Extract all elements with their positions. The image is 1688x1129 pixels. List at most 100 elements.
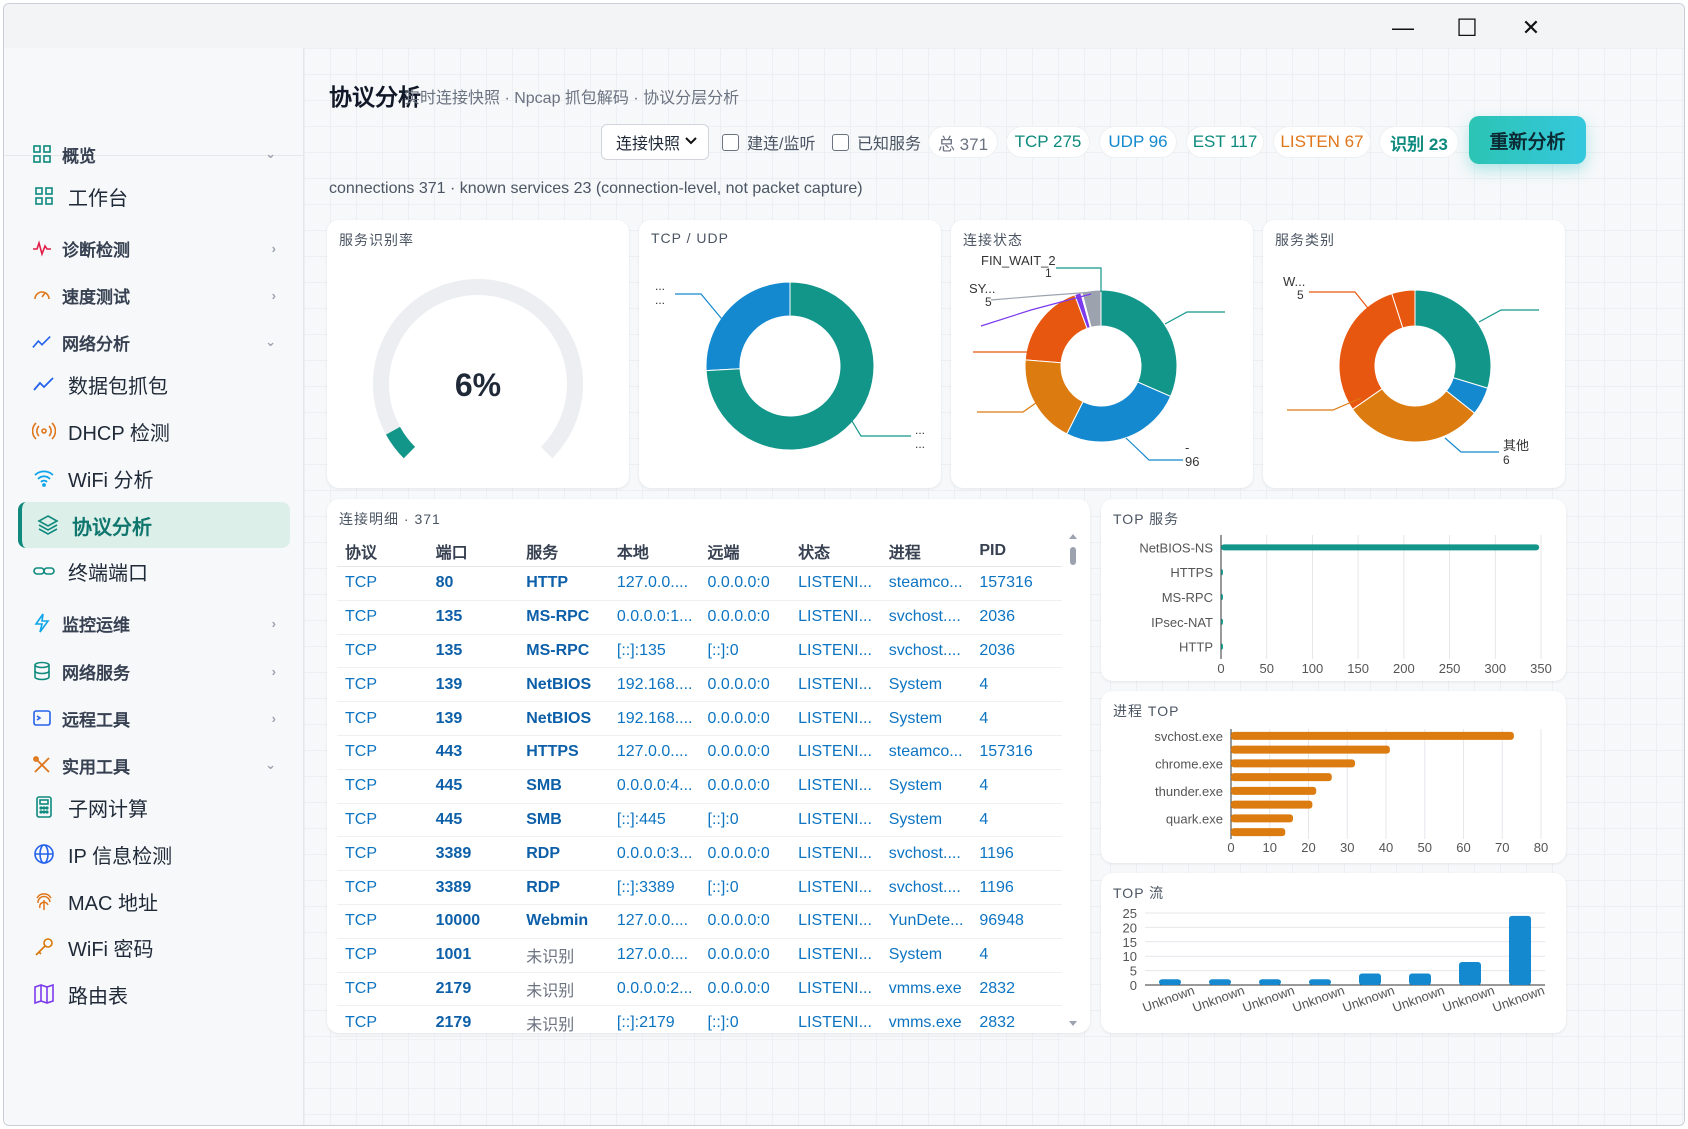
table-cell: LISTENI... <box>798 1013 872 1031</box>
table-row[interactable]: TCP 445 SMB 0.0.0.0:4... 0.0.0.0:0 LISTENI...… <box>337 770 1062 804</box>
sidebar-item-ip-info[interactable]: IP 信息检测 <box>18 831 290 877</box>
bar[interactable] <box>1221 544 1540 551</box>
table-row[interactable]: TCP 80 HTTP 127.0.0.... 0.0.0.0:0 LISTENI... s… <box>337 567 1062 601</box>
column-header[interactable]: PID <box>971 542 1062 560</box>
bar[interactable] <box>1231 828 1286 837</box>
minimize-button[interactable]: — <box>1376 10 1430 46</box>
sidebar-item-label: MAC 地址 <box>68 892 158 915</box>
bar[interactable] <box>1231 786 1317 795</box>
bar[interactable] <box>1231 745 1390 754</box>
sidebar-group-monitoring[interactable]: 监控运维 › <box>18 600 290 646</box>
slice-label-value: 5 <box>1297 288 1304 302</box>
bar[interactable] <box>1231 800 1313 809</box>
bar[interactable] <box>1359 973 1381 985</box>
sidebar-item-wifi-analysis[interactable]: WiFi 分析 <box>18 455 290 501</box>
connection-state-card: 连接状态 FIN_WAIT_2 1 SY... 5 - 96 <box>951 220 1253 488</box>
bar[interactable] <box>1159 979 1181 985</box>
bar[interactable] <box>1221 594 1223 600</box>
table-row[interactable]: TCP 10000 Webmin 127.0.0.... 0.0.0.0:0 LISTEN… <box>337 905 1062 939</box>
bar[interactable] <box>1221 618 1223 625</box>
table-row[interactable]: TCP 139 NetBIOS 192.168.... 0.0.0.0:0 LISTENI… <box>337 702 1062 736</box>
connection-detail-card: 连接明细 · 371 协议 端口 服务 本地 远端 状态 进程 PID TCP 80 HTTP 127… <box>327 499 1090 1041</box>
table-row[interactable]: TCP 443 HTTPS 127.0.0.... 0.0.0.0:0 LISTENI..… <box>337 736 1062 770</box>
column-header[interactable]: 远端 <box>700 539 791 563</box>
table-cell: 0.0.0.0:0 <box>707 709 770 727</box>
sidebar-item-protocol-analysis[interactable]: 协议分析 <box>18 502 290 548</box>
table-cell: LISTENI... <box>798 743 872 761</box>
chevron-down-icon: ⌄ <box>265 334 276 349</box>
table-row[interactable]: TCP 1001 未识别 127.0.0.... 0.0.0.0:0 LISTENI...… <box>337 939 1062 973</box>
bar[interactable] <box>1259 979 1281 985</box>
category-label: Unknown <box>1140 982 1196 1015</box>
sidebar-item-terminal-ports[interactable]: 终端端口 <box>18 548 290 594</box>
pie-slice[interactable] <box>1414 289 1492 389</box>
key-icon <box>32 935 56 959</box>
table-cell: 127.0.0.... <box>616 743 689 761</box>
pie-slice[interactable] <box>1024 294 1088 364</box>
mode-select[interactable]: 连接快照 <box>601 124 709 160</box>
sidebar-group-overview[interactable]: 概览 ⌄ <box>18 131 290 177</box>
table-cell: LISTENI... <box>798 777 872 795</box>
maximize-button[interactable]: ☐ <box>1440 10 1494 46</box>
sidebar-item-mac-address[interactable]: MAC 地址 <box>18 878 290 924</box>
pie-slice[interactable] <box>1100 289 1178 398</box>
bar[interactable] <box>1221 643 1223 650</box>
stat-tcp-badge: TCP 275 <box>1006 126 1090 158</box>
terminal-icon <box>32 708 52 728</box>
table-row[interactable]: TCP 3389 RDP 0.0.0.0:3... 0.0.0.0:0 LISTENI..… <box>337 837 1062 872</box>
table-row[interactable]: TCP 135 MS-RPC 0.0.0.0:1... 0.0.0.0:0 LISTENI… <box>337 601 1062 635</box>
pie-slice[interactable] <box>1066 381 1172 443</box>
bar[interactable] <box>1231 731 1514 740</box>
bar[interactable] <box>1309 979 1331 985</box>
table-row[interactable]: TCP 135 MS-RPC [::]:135 [::]:0 LISTENI... svch… <box>337 635 1062 669</box>
bar[interactable] <box>1221 569 1223 576</box>
sidebar-item-wifi-password[interactable]: WiFi 密码 <box>18 924 290 970</box>
table-row[interactable]: TCP 3389 RDP [::]:3389 [::]:0 LISTENI... svcho… <box>337 871 1062 905</box>
column-header[interactable]: 状态 <box>790 539 881 563</box>
sidebar-group-network-services[interactable]: 网络服务 › <box>18 648 290 694</box>
table-row[interactable]: TCP 2179 未识别 [::]:2179 [::]:0 LISTENI... vmms.… <box>337 1006 1062 1041</box>
sidebar-item-packet-capture[interactable]: 数据包抓包 <box>18 361 290 407</box>
table-cell: 0.0.0.0:0 <box>707 946 770 964</box>
table-row[interactable]: TCP 445 SMB [::]:445 [::]:0 LISTENI... System 4 <box>337 804 1062 838</box>
sidebar-item-subnet-calc[interactable]: 子网计算 <box>18 784 290 830</box>
category-label: Unknown <box>1290 982 1346 1015</box>
checkbox-box[interactable] <box>832 133 849 151</box>
bar[interactable] <box>1231 759 1355 768</box>
sidebar-group-utilities[interactable]: 实用工具 ⌄ <box>18 742 290 788</box>
bar[interactable] <box>1231 814 1293 823</box>
bar[interactable] <box>1409 973 1431 985</box>
table-scrollbar[interactable] <box>1067 531 1079 1029</box>
slice-label-value: 5 <box>985 295 992 309</box>
sidebar-group-diagnostics[interactable]: 诊断检测 › <box>18 225 290 271</box>
established-listen-checkbox[interactable]: 建连/监听 <box>722 124 815 160</box>
tick-label: 0 <box>1227 840 1234 855</box>
sidebar-group-network-analysis[interactable]: 网络分析 ⌄ <box>18 319 290 365</box>
known-services-checkbox[interactable]: 已知服务 <box>832 124 921 160</box>
table-cell: 80 <box>435 574 454 592</box>
sidebar-item-route-table[interactable]: 路由表 <box>18 971 290 1017</box>
column-header[interactable]: 协议 <box>337 539 428 563</box>
table-row[interactable]: TCP 2179 未识别 0.0.0.0:2... 0.0.0.0:0 LISTENI..… <box>337 973 1062 1007</box>
sidebar-group-speedtest[interactable]: 速度测试 › <box>18 272 290 318</box>
checkbox-box[interactable] <box>722 133 739 151</box>
pie-slice[interactable] <box>705 281 791 372</box>
sidebar-item-workbench[interactable]: 工作台 <box>18 173 290 219</box>
bar[interactable] <box>1231 773 1332 782</box>
tick-label: 350 <box>1530 661 1552 676</box>
sidebar-item-dhcp[interactable]: DHCP 检测 <box>18 408 290 454</box>
table-row[interactable]: TCP 139 NetBIOS 192.168.... 0.0.0.0:0 LISTENI… <box>337 668 1062 703</box>
table-cell: [::]:2179 <box>616 1013 675 1031</box>
reanalyze-button[interactable]: 重新分析 <box>1469 116 1586 164</box>
sidebar-group-remote-tools[interactable]: 远程工具 › <box>18 695 290 741</box>
close-button[interactable]: ✕ <box>1504 10 1558 46</box>
column-header[interactable]: 本地 <box>609 539 700 563</box>
bar[interactable] <box>1509 915 1531 985</box>
table-cell: 2036 <box>979 641 1015 659</box>
bar[interactable] <box>1209 979 1231 985</box>
bar[interactable] <box>1459 961 1481 985</box>
column-header[interactable]: 端口 <box>428 539 519 563</box>
chevron-right-icon: › <box>271 240 276 256</box>
column-header[interactable]: 进程 <box>881 539 972 563</box>
column-header[interactable]: 服务 <box>518 539 609 563</box>
